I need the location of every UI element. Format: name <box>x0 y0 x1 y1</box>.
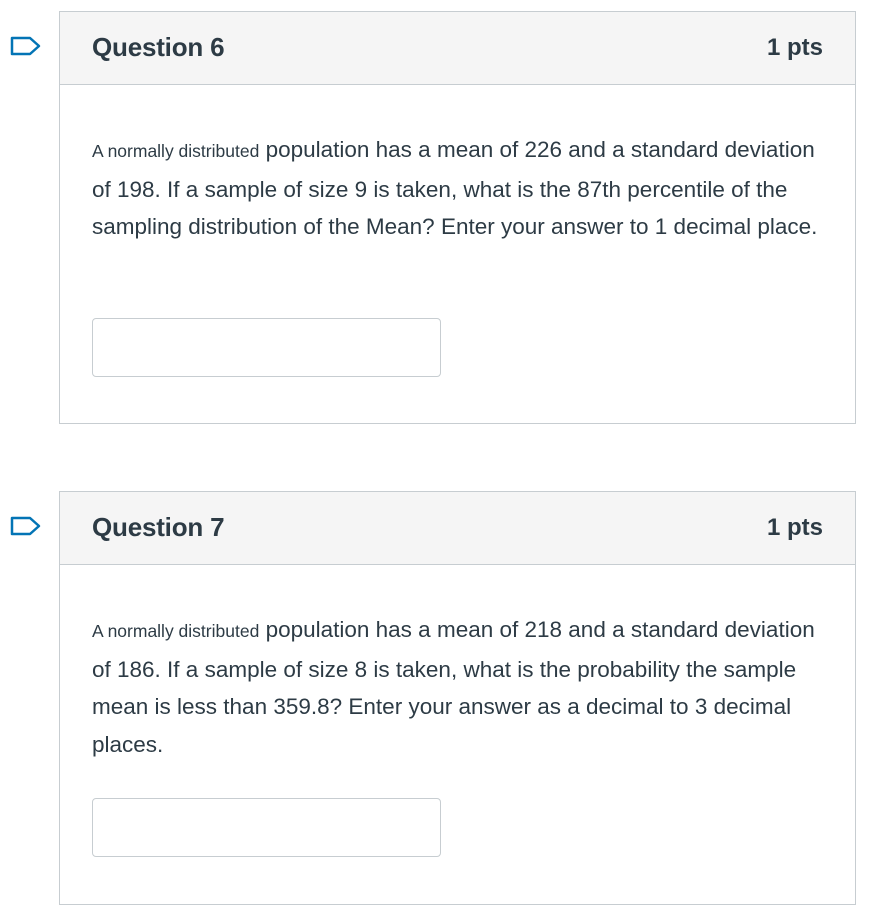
question-7-answer-input[interactable] <box>92 798 441 857</box>
question-7-card: Question 7 1 pts A normally distributed … <box>59 491 856 905</box>
question-7-title: Question 7 <box>92 512 225 542</box>
question-6-header: Question 6 1 pts <box>60 12 855 85</box>
question-6-text-prefix: A normally distributed <box>92 141 260 161</box>
question-7-text-prefix: A normally distributed <box>92 621 260 641</box>
question-7-body: A normally distributed population has a … <box>60 565 855 763</box>
question-6-answer-input[interactable] <box>92 318 441 377</box>
question-7-text: A normally distributed population has a … <box>92 611 832 763</box>
flag-question-7-icon[interactable] <box>10 516 42 536</box>
question-6-card: Question 6 1 pts A normally distributed … <box>59 11 856 424</box>
question-6-body: A normally distributed population has a … <box>60 85 855 246</box>
question-6-points: 1 pts <box>766 34 823 61</box>
question-6-title: Question 6 <box>92 32 225 62</box>
question-7-points: 1 pts <box>766 514 823 541</box>
question-7-header: Question 7 1 pts <box>60 492 855 565</box>
flag-question-6-icon[interactable] <box>10 36 42 56</box>
question-6-text: A normally distributed population has a … <box>92 131 832 246</box>
